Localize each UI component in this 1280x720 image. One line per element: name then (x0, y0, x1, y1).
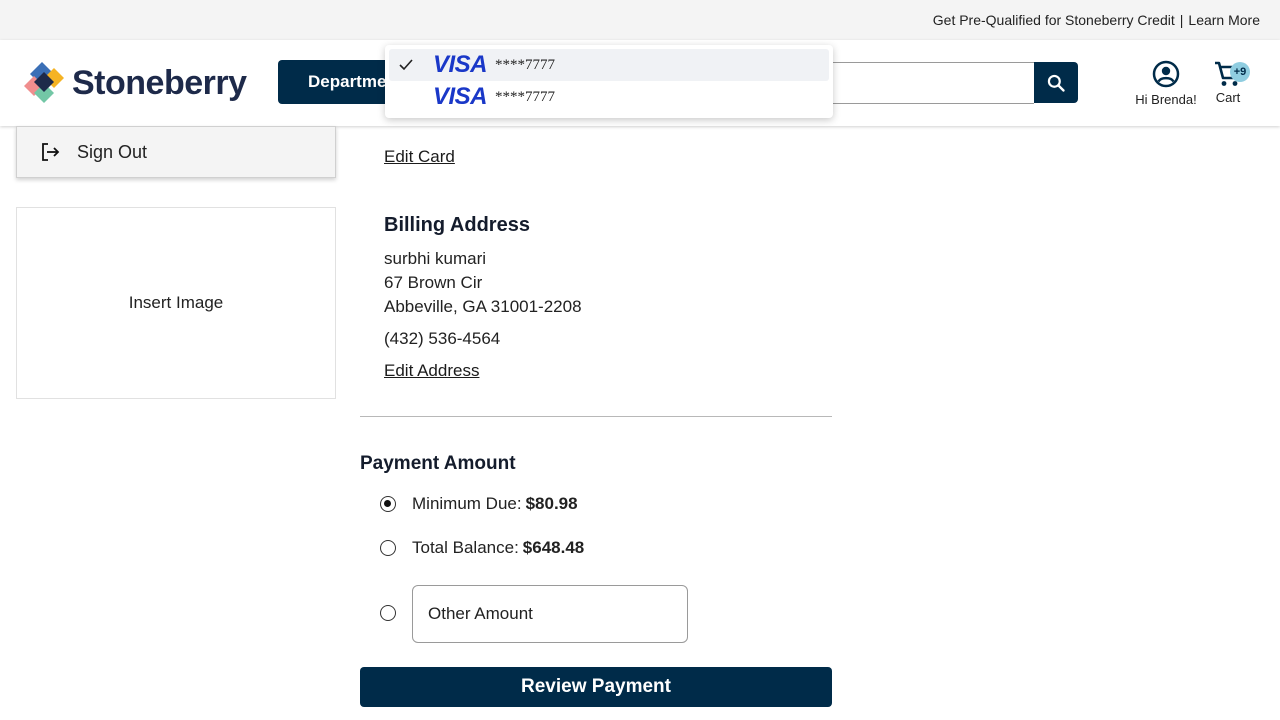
total-balance-radio[interactable] (380, 540, 396, 556)
billing-street: 67 Brown Cir (384, 273, 483, 292)
other-amount-option[interactable] (380, 605, 412, 621)
account-menu[interactable]: Hi Brenda! (1134, 60, 1198, 107)
logo-mark-icon (24, 62, 64, 103)
billing-address-heading: Billing Address (384, 214, 530, 236)
minimum-due-radio[interactable] (380, 496, 396, 512)
insert-image-label: Insert Image (128, 293, 224, 312)
billing-city-state-zip: Abbeville, GA 31001-2208 (384, 297, 582, 316)
billing-name: surbhi kumari (384, 249, 487, 268)
minimum-due-amount: $80.98 (525, 494, 578, 513)
other-amount-radio[interactable] (380, 605, 396, 621)
search-button[interactable] (1034, 62, 1078, 103)
sign-out-label: Sign Out (77, 141, 148, 162)
search-input[interactable] (820, 62, 1034, 104)
total-balance-option[interactable]: Total Balance: $648.48 (380, 538, 584, 558)
card-option[interactable]: VISA ****7777 (389, 49, 829, 81)
total-balance-amount: $648.48 (522, 538, 585, 557)
card-masked-number: ****7777 (495, 56, 556, 73)
account-greeting: Hi Brenda! (1135, 92, 1197, 107)
minimum-due-option[interactable]: Minimum Due: $80.98 (380, 494, 578, 514)
logo-text: Stoneberry (72, 63, 247, 102)
cart-button[interactable]: +9 Cart (1208, 60, 1250, 105)
account-icon (1152, 60, 1180, 88)
card-select-dropdown: VISA ****7777 VISA ****7777 (385, 45, 833, 118)
cart-count-badge: +9 (1230, 62, 1250, 82)
cart-label: Cart (1215, 90, 1241, 105)
section-divider (360, 416, 832, 417)
learn-more-link[interactable]: Learn More (1188, 12, 1260, 28)
stoneberry-logo[interactable]: Stoneberry (24, 62, 247, 104)
search-icon (1047, 74, 1065, 92)
sign-out-icon (39, 141, 61, 163)
visa-logo-icon: VISA (433, 51, 488, 78)
other-amount-input[interactable]: Other Amount (412, 585, 688, 643)
edit-address-link[interactable]: Edit Address (384, 361, 479, 381)
card-masked-number: ****7777 (495, 88, 556, 105)
minimum-due-label: Minimum Due: (412, 494, 522, 513)
promo-bar: Get Pre-Qualified for Stoneberry Credit … (0, 0, 1280, 40)
departments-button[interactable]: Departments (278, 60, 398, 104)
total-balance-label: Total Balance: (412, 538, 519, 557)
payment-amount-heading: Payment Amount (360, 453, 516, 474)
promo-separator: | (1179, 12, 1184, 28)
prequalify-link[interactable]: Get Pre-Qualified for Stoneberry Credit (933, 12, 1175, 28)
card-option[interactable]: VISA ****7777 (389, 81, 829, 113)
edit-card-link[interactable]: Edit Card (384, 147, 455, 167)
insert-image-placeholder: Insert Image (16, 207, 336, 399)
sign-out-button[interactable]: Sign Out (16, 126, 336, 178)
billing-phone: (432) 536-4564 (384, 329, 501, 348)
visa-logo-icon: VISA (433, 83, 488, 110)
review-payment-button[interactable]: Review Payment (360, 667, 832, 707)
other-amount-placeholder: Other Amount (428, 604, 533, 623)
checkmark-icon (399, 59, 419, 71)
